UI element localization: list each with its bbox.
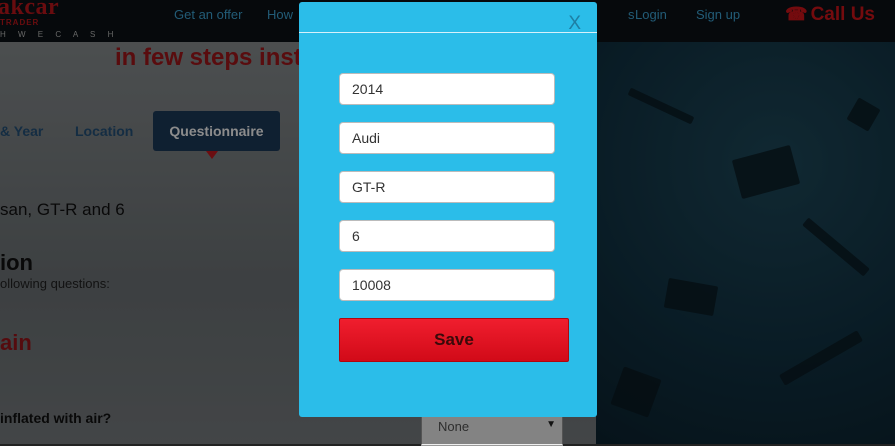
make-field[interactable]: [339, 122, 555, 154]
zip-code-field[interactable]: [339, 269, 555, 301]
vehicle-details-modal: X Save: [299, 2, 597, 417]
modal-divider: [299, 32, 597, 33]
year-field[interactable]: [339, 73, 555, 105]
model-field[interactable]: [339, 171, 555, 203]
trim-field[interactable]: [339, 220, 555, 252]
save-button[interactable]: Save: [339, 318, 569, 362]
